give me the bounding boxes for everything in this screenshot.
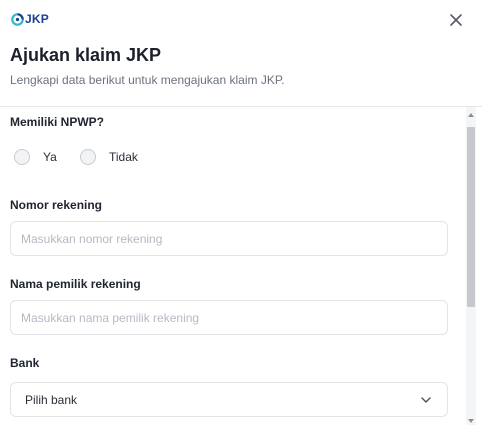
- jkp-logo: JKP: [11, 11, 49, 27]
- logo-text: JKP: [25, 12, 49, 26]
- form-body: Memiliki NPWP? Ya Tidak Nomor rekening N…: [0, 107, 466, 425]
- radio-tidak-label: Tidak: [109, 150, 138, 164]
- npwp-option-ya[interactable]: Ya: [14, 149, 57, 165]
- scrollbar[interactable]: [466, 107, 476, 425]
- modal-title: Ajukan klaim JKP: [10, 45, 162, 65]
- account-number-input[interactable]: [10, 221, 448, 256]
- radio-tidak[interactable]: [80, 149, 96, 165]
- bank-select[interactable]: Pilih bank: [10, 382, 448, 417]
- radio-ya-label: Ya: [43, 150, 57, 164]
- scroll-up-arrow-icon[interactable]: [468, 113, 474, 117]
- close-button[interactable]: [447, 11, 465, 29]
- scrollbar-thumb[interactable]: [467, 127, 475, 307]
- claim-modal: JKP Ajukan klaim JKP Lengkapi data berik…: [0, 0, 482, 429]
- npwp-label: Memiliki NPWP?: [10, 115, 105, 129]
- account-number-label: Nomor rekening: [10, 198, 103, 212]
- scroll-down-arrow-icon[interactable]: [468, 419, 474, 423]
- jkp-logo-icon: [11, 12, 24, 26]
- npwp-option-tidak[interactable]: Tidak: [80, 149, 138, 165]
- account-name-input[interactable]: [10, 300, 448, 335]
- bank-select-value: Pilih bank: [25, 392, 78, 407]
- radio-ya[interactable]: [14, 149, 30, 165]
- close-icon: [450, 14, 462, 26]
- account-name-label: Nama pemilik rekening: [10, 277, 141, 291]
- bank-label: Bank: [10, 356, 40, 370]
- chevron-down-icon: [421, 396, 431, 403]
- modal-subtitle: Lengkapi data berikut untuk mengajukan k…: [10, 73, 285, 87]
